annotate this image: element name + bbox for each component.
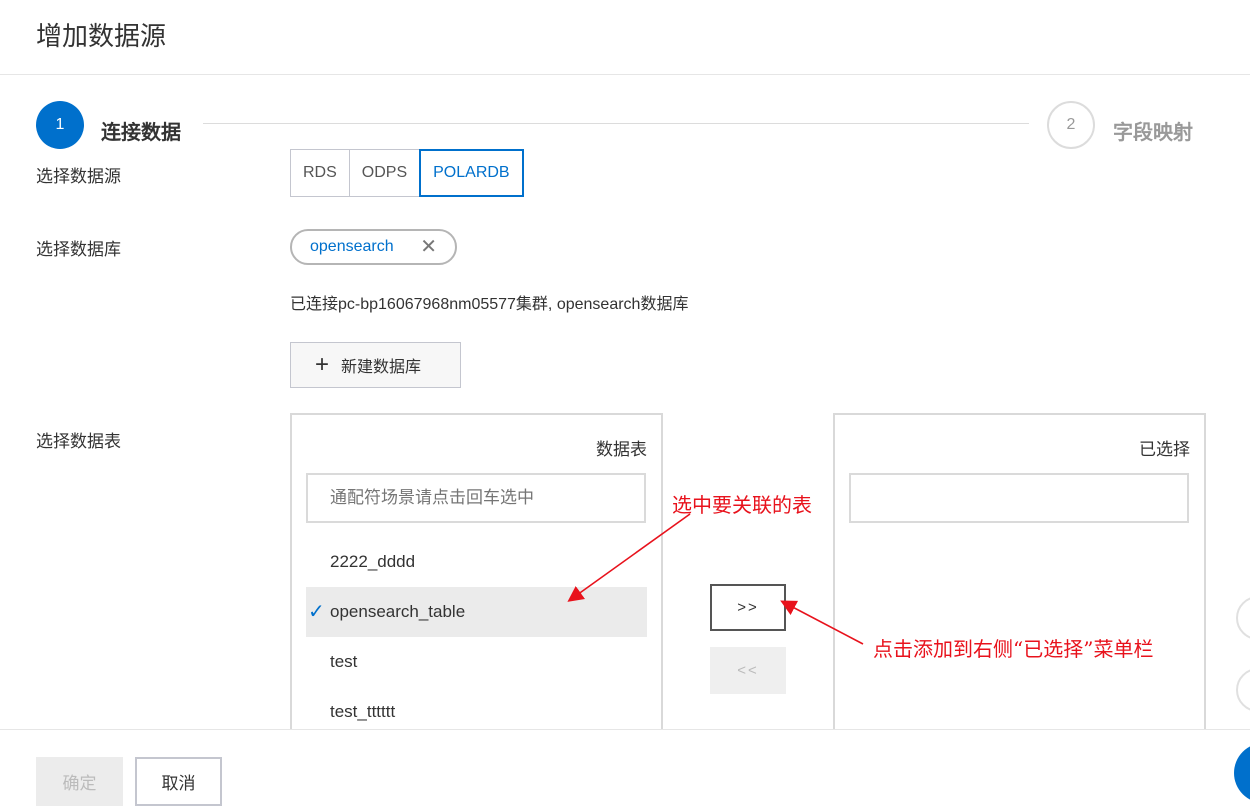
step-1-label: 连接数据 (101, 122, 181, 144)
remove-from-selected-button[interactable]: << (710, 647, 786, 694)
connection-info: 已连接pc-bp16067968nm05577集群, opensearch数据库 (290, 296, 689, 313)
step-connector-line (203, 123, 1029, 124)
datasource-polardb-button[interactable]: POLARDB (419, 149, 524, 197)
table-name: 2222_dddd (330, 552, 416, 571)
cancel-button[interactable]: 取消 (135, 757, 222, 806)
selected-tables-panel: 已选择 (833, 413, 1206, 743)
selected-tables-title: 已选择 (1139, 440, 1190, 459)
available-tables-title: 数据表 (596, 440, 647, 459)
available-tables-search-input[interactable] (306, 473, 646, 523)
available-tables-list: 2222_dddd ✓ opensearch_table test test_t… (306, 537, 647, 737)
new-database-button[interactable]: + 新建数据库 (290, 342, 461, 388)
table-label: 选择数据表 (36, 432, 121, 451)
side-float-button[interactable] (1236, 596, 1250, 640)
datasource-selector: RDS ODPS POLARDB (290, 149, 524, 197)
close-icon[interactable]: ✕ (420, 236, 437, 258)
step-2-label: 字段映射 (1113, 122, 1193, 144)
step-2-indicator: 2 (1047, 101, 1095, 149)
database-tag[interactable]: opensearch ✕ (290, 229, 457, 265)
table-name: opensearch_table (330, 602, 466, 621)
datasource-odps-button[interactable]: ODPS (348, 149, 421, 197)
side-float-button[interactable] (1236, 668, 1250, 712)
confirm-button[interactable]: 确定 (36, 757, 123, 806)
header-divider (0, 74, 1250, 75)
table-list-item[interactable]: test (306, 637, 647, 687)
database-tag-text: opensearch (310, 238, 394, 255)
checkmark-icon: ✓ (308, 601, 325, 623)
annotation-click-add: 点击添加到右侧“已选择”菜单栏 (873, 637, 1154, 661)
datasource-rds-button[interactable]: RDS (290, 149, 350, 197)
page-title: 增加数据源 (36, 21, 167, 51)
datasource-label: 选择数据源 (36, 167, 121, 186)
add-to-selected-button[interactable]: >> (710, 584, 786, 631)
available-tables-panel: 数据表 2222_dddd ✓ opensearch_table test te… (290, 413, 663, 743)
new-database-label: 新建数据库 (341, 359, 422, 376)
table-name: test (330, 652, 358, 671)
table-list-item[interactable]: 2222_dddd (306, 537, 647, 587)
plus-icon: + (315, 351, 330, 378)
selected-tables-search-input[interactable] (849, 473, 1189, 523)
database-label: 选择数据库 (36, 240, 121, 259)
table-name: test_tttttt (330, 702, 396, 721)
annotation-select-table: 选中要关联的表 (672, 493, 812, 517)
step-1-indicator: 1 (36, 101, 84, 149)
table-list-item[interactable]: ✓ opensearch_table (306, 587, 647, 637)
